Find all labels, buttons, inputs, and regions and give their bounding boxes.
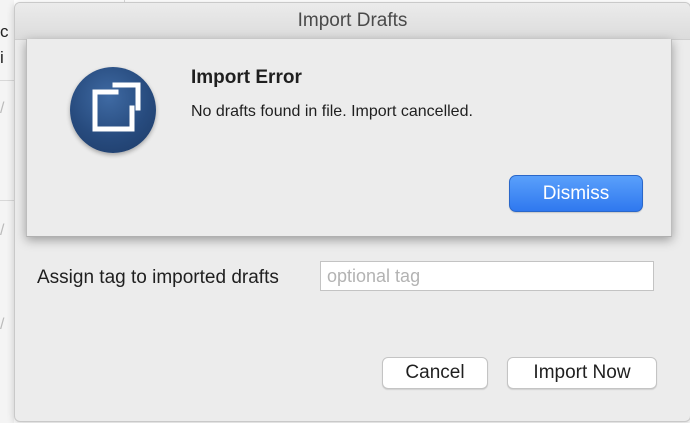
window-title: Import Drafts bbox=[15, 3, 690, 40]
import-now-button[interactable]: Import Now bbox=[507, 357, 657, 389]
drafts-app-icon bbox=[70, 67, 156, 153]
alert-title: Import Error bbox=[191, 67, 302, 88]
tag-input[interactable] bbox=[320, 261, 654, 291]
alert-message: No drafts found in file. Import cancelle… bbox=[191, 103, 473, 120]
background-text-fragment: / bbox=[0, 222, 5, 239]
background-divider bbox=[0, 80, 14, 81]
dismiss-button[interactable]: Dismiss bbox=[509, 175, 643, 212]
background-text-fragment: / bbox=[0, 100, 5, 117]
background-text-fragment: / bbox=[0, 316, 5, 333]
screen: c i / / / Import Drafts Assign tag to im… bbox=[0, 0, 690, 423]
background-app: c i / / / bbox=[0, 0, 14, 423]
tag-field-label: Assign tag to imported drafts bbox=[37, 267, 279, 288]
background-divider bbox=[0, 200, 14, 201]
background-text-fragment: i bbox=[0, 48, 4, 67]
alert-sheet: Import Error No drafts found in file. Im… bbox=[26, 39, 672, 237]
import-drafts-window: Import Drafts Assign tag to imported dra… bbox=[14, 2, 690, 422]
cancel-button[interactable]: Cancel bbox=[382, 357, 488, 389]
background-text-fragment: c bbox=[0, 22, 9, 41]
